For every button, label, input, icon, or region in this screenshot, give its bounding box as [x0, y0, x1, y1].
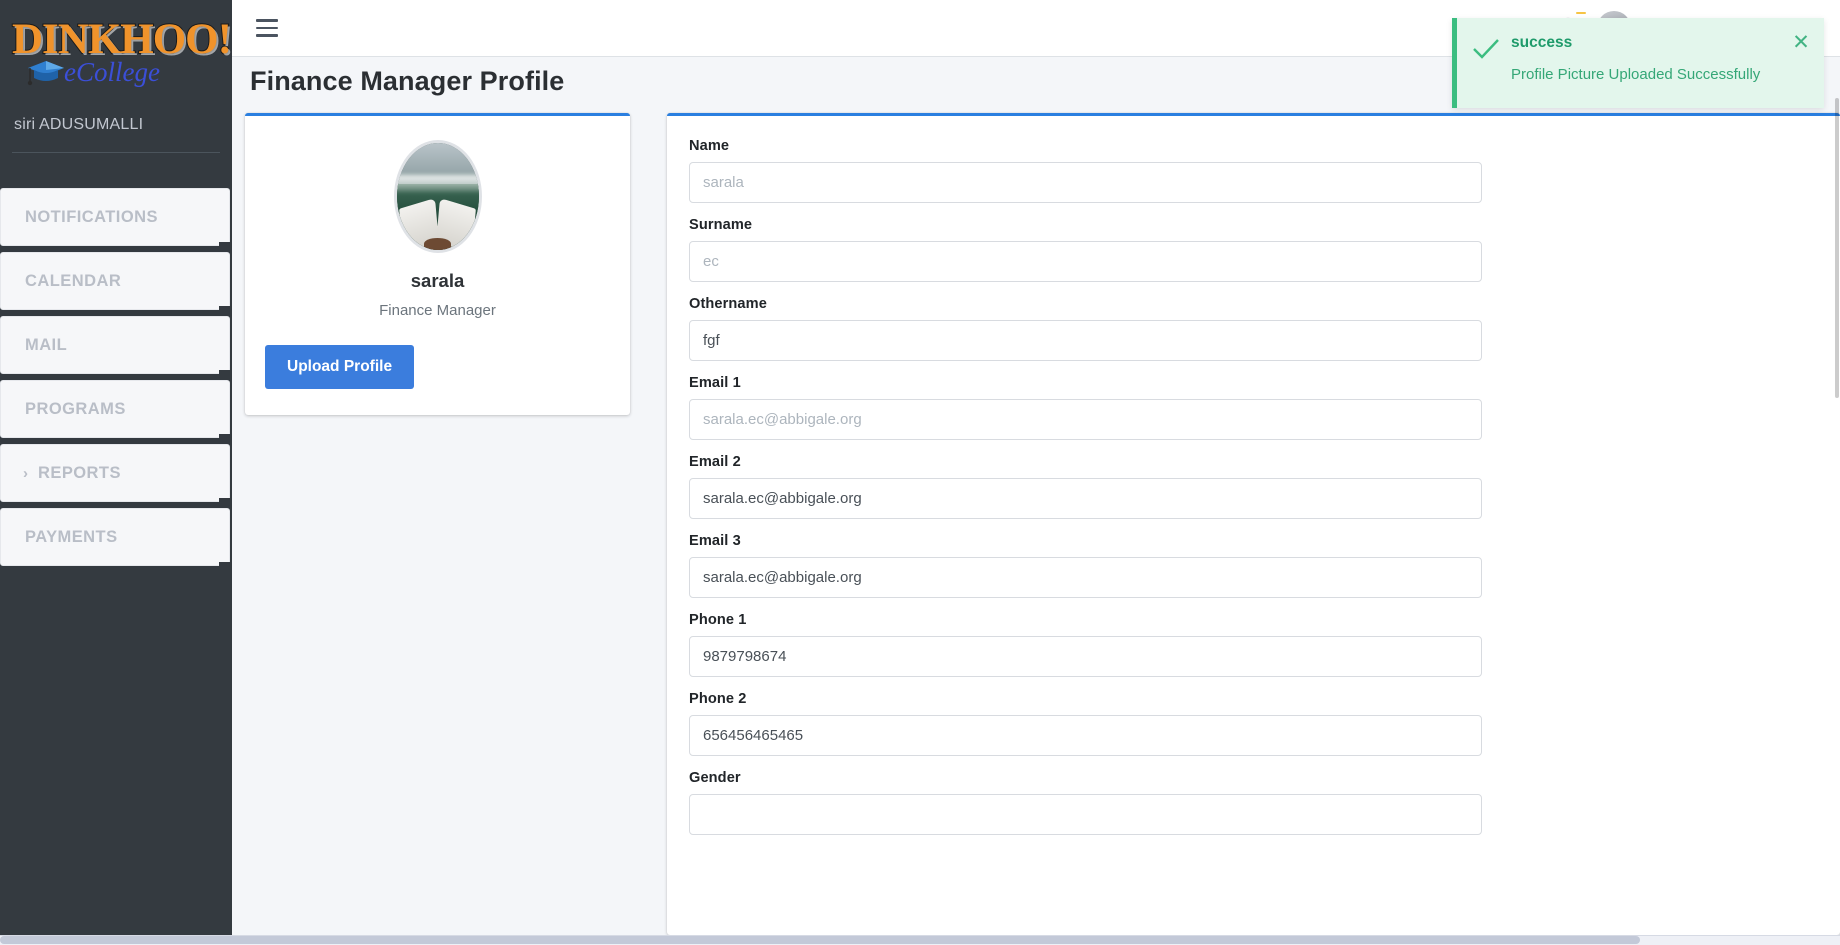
brand-logo[interactable]: DINKHOO! eCollege siri ADUSUMALLI — [0, 0, 233, 153]
email1-input[interactable] — [689, 399, 1482, 440]
vertical-scrollbar[interactable] — [1834, 0, 1840, 945]
sidebar-user-name: siri ADUSUMALLI — [14, 116, 144, 133]
sidebar-item-notifications[interactable]: NOTIFICATIONS — [0, 188, 231, 250]
sidebar: DINKHOO! eCollege siri ADUSUMALLI NOTIFI… — [0, 0, 233, 935]
email3-input[interactable] — [689, 557, 1482, 598]
field-phone1: Phone 1 — [689, 612, 1660, 677]
toast-notification: success Profile Picture Uploaded Success… — [1452, 18, 1824, 108]
sidebar-item-payments[interactable]: PAYMENTS — [0, 508, 231, 570]
field-label: Surname — [689, 217, 753, 233]
notification-badge — [1575, 12, 1586, 14]
sidebar-item-reports[interactable]: › REPORTS — [0, 444, 231, 506]
check-glyph — [1473, 39, 1499, 59]
page-title: Finance Manager Profile — [250, 66, 565, 96]
horizontal-scrollbar[interactable] — [0, 935, 1840, 945]
hamburger-icon[interactable] — [256, 19, 278, 37]
othername-input[interactable] — [689, 320, 1482, 361]
field-email3: Email 3 — [689, 533, 1660, 598]
profile-name: sarala — [410, 270, 465, 291]
sidebar-tick — [219, 434, 231, 442]
field-label: Phone 2 — [689, 691, 747, 707]
profile-card: sarala Finance Manager Upload Profile — [245, 113, 630, 415]
sidebar-tick — [219, 306, 231, 314]
upload-profile-button[interactable]: Upload Profile — [265, 345, 415, 389]
sidebar-item-label: PAYMENTS — [25, 527, 118, 546]
field-phone2: Phone 2 — [689, 691, 1660, 756]
field-gender: Gender — [689, 770, 1660, 835]
toast-body: success Profile Picture Uploaded Success… — [1505, 34, 1790, 90]
logo-subtitle: eCollege — [64, 57, 160, 87]
sidebar-item-programs[interactable]: PROGRAMS — [0, 380, 231, 442]
chevron-right-icon: › — [23, 464, 28, 482]
name-input[interactable] — [689, 162, 1482, 203]
sidebar-item-calendar[interactable]: CALENDAR — [0, 252, 231, 314]
avatar-mist — [396, 175, 479, 193]
profile-picture[interactable] — [393, 140, 482, 253]
toast-title: success — [1511, 34, 1573, 51]
check-icon — [1471, 34, 1505, 90]
sidebar-item-mail[interactable]: MAIL — [0, 316, 231, 378]
field-label: Name — [689, 138, 730, 154]
sidebar-item-label: NOTIFICATIONS — [25, 207, 158, 226]
field-label: Email 1 — [689, 375, 741, 391]
email2-input[interactable] — [689, 478, 1482, 519]
field-label: Gender — [689, 770, 741, 786]
close-icon[interactable]: ✕ — [1790, 32, 1812, 90]
sidebar-divider — [12, 152, 220, 153]
sidebar-tick — [219, 562, 231, 570]
phone2-input[interactable] — [689, 715, 1482, 756]
gender-input[interactable] — [689, 794, 1482, 835]
field-name: Name — [689, 138, 1660, 203]
main-content: sarala Finance Manager Upload Profile Na… — [232, 106, 1840, 935]
profile-form-card: Name Surname Othername Email 1 Email 2 E… — [667, 113, 1840, 935]
sidebar-tick — [219, 242, 231, 250]
sidebar-item-label: MAIL — [25, 335, 68, 354]
sidebar-tick — [219, 370, 231, 378]
field-label: Othername — [689, 296, 767, 312]
graduation-cap-icon — [27, 61, 64, 86]
sidebar-tick — [219, 498, 231, 506]
app-root: DINKHOO! eCollege siri ADUSUMALLI NOTIFI… — [0, 0, 1840, 945]
avatar-hand — [423, 238, 452, 250]
surname-input[interactable] — [689, 241, 1482, 282]
field-othername: Othername — [689, 296, 1660, 361]
sidebar-item-label: PROGRAMS — [25, 399, 126, 418]
profile-role: Finance Manager — [379, 302, 496, 319]
field-label: Phone 1 — [689, 612, 747, 628]
sidebar-nav: NOTIFICATIONS CALENDAR MAIL PROGRAMS › R… — [0, 188, 232, 572]
phone1-input[interactable] — [689, 636, 1482, 677]
field-email2: Email 2 — [689, 454, 1660, 519]
sidebar-item-label: REPORTS — [38, 463, 121, 482]
field-surname: Surname — [689, 217, 1660, 282]
vertical-scrollbar-thumb[interactable] — [1835, 98, 1839, 398]
toast-message: Profile Picture Uploaded Successfully — [1511, 66, 1761, 83]
field-email1: Email 1 — [689, 375, 1660, 440]
horizontal-scrollbar-thumb[interactable] — [0, 936, 1640, 944]
field-label: Email 2 — [689, 454, 741, 470]
logo-wrap: DINKHOO! eCollege — [4, 15, 233, 94]
sidebar-item-label: CALENDAR — [25, 271, 122, 290]
field-label: Email 3 — [689, 533, 741, 549]
